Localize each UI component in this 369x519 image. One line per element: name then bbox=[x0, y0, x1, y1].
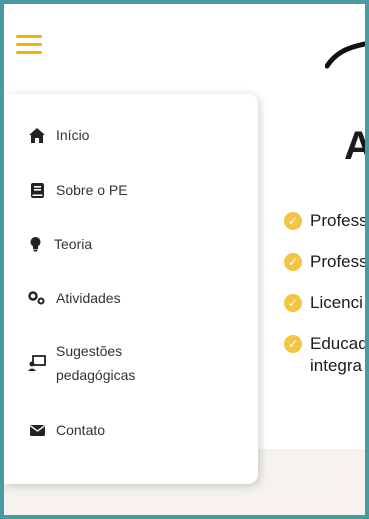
nav-item-teoria[interactable]: Teoria bbox=[26, 235, 258, 253]
nav-item-sugestoes[interactable]: Sugestões pedagógicas bbox=[28, 339, 258, 387]
list-item: ✓ Profess bbox=[284, 210, 368, 232]
check-circle-icon: ✓ bbox=[284, 253, 302, 271]
nav-label: Sugestões pedagógicas bbox=[56, 339, 135, 387]
check-circle-icon: ✓ bbox=[284, 294, 302, 312]
hamburger-menu-icon[interactable] bbox=[16, 35, 42, 57]
lightbulb-icon bbox=[26, 235, 44, 253]
list-item: ✓ Educad integra bbox=[284, 333, 368, 377]
nav-label-line: Sugestões bbox=[56, 343, 123, 359]
book-icon bbox=[28, 181, 46, 199]
section-heading: A bbox=[344, 124, 365, 169]
list-item-text: Educad bbox=[310, 334, 368, 353]
nav-label-line: pedagógicas bbox=[56, 367, 136, 383]
check-circle-icon: ✓ bbox=[284, 212, 302, 230]
home-icon bbox=[28, 126, 46, 144]
navigation-drawer: Início Sobre o PE Teoria Atividades Suge… bbox=[4, 94, 258, 484]
feature-list: ✓ Profess ✓ Profess ✓ Licenci ✓ Educad i… bbox=[284, 210, 368, 396]
nav-label: Contato bbox=[56, 422, 106, 438]
decorative-stroke-icon bbox=[325, 41, 365, 69]
nav-item-sobre[interactable]: Sobre o PE bbox=[28, 181, 258, 199]
list-item-text: integra bbox=[310, 356, 362, 375]
envelope-icon bbox=[28, 421, 46, 439]
nav-item-inicio[interactable]: Início bbox=[28, 126, 258, 144]
nav-label: Atividades bbox=[56, 290, 121, 306]
nav-item-contato[interactable]: Contato bbox=[28, 421, 258, 439]
list-item-text: Profess bbox=[310, 211, 368, 230]
top-bar bbox=[4, 4, 365, 85]
list-item: ✓ Licenci bbox=[284, 292, 365, 314]
nav-item-atividades[interactable]: Atividades bbox=[28, 289, 258, 307]
list-item-text: Licenci bbox=[310, 293, 363, 312]
nav-label: Início bbox=[56, 127, 90, 143]
chalkboard-teacher-icon bbox=[28, 354, 46, 372]
list-item: ✓ Profess bbox=[284, 251, 368, 273]
check-circle-icon: ✓ bbox=[284, 335, 302, 353]
nav-label: Sobre o PE bbox=[56, 182, 128, 198]
nav-label: Teoria bbox=[54, 236, 93, 252]
list-item-text: Profess bbox=[310, 252, 368, 271]
cogs-icon bbox=[28, 289, 46, 307]
app-frame: A ✓ Profess ✓ Profess ✓ Licenci ✓ Educad… bbox=[0, 0, 369, 519]
